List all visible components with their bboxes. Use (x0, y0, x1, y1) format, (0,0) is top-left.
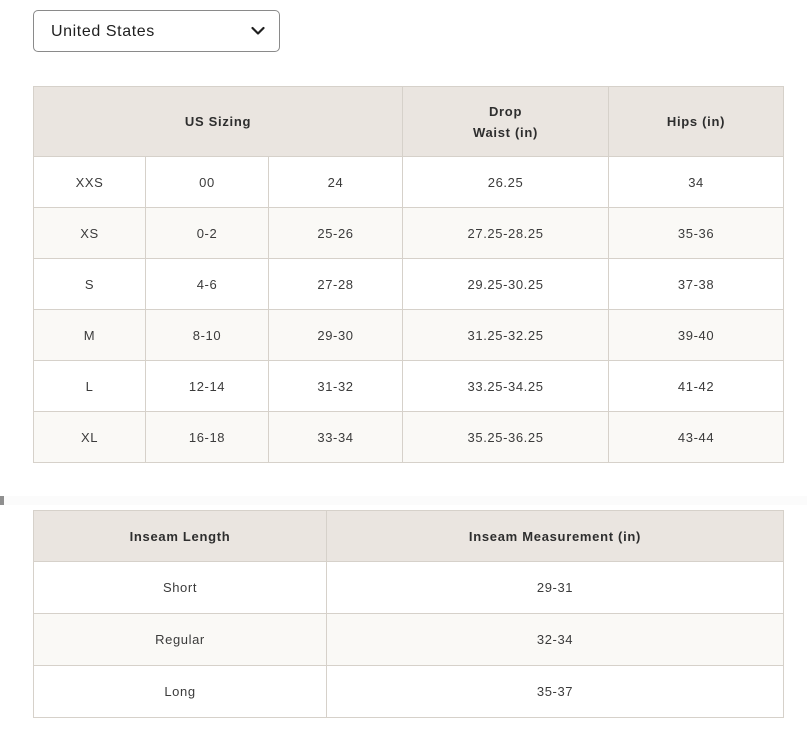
header-drop-waist-line1: Drop (403, 101, 608, 122)
cell-inseam-measurement: 29-31 (327, 562, 784, 614)
cell-us-numeric: 12-14 (146, 361, 269, 412)
cell-size: XL (34, 412, 146, 463)
cell-drop-waist: 33.25-34.25 (403, 361, 609, 412)
cell-size: S (34, 259, 146, 310)
header-drop-waist-line2: Waist (in) (403, 122, 608, 143)
size-guide-page: United States US Sizing Drop Waist (in) … (0, 0, 807, 745)
cell-us-numeric: 00 (146, 157, 269, 208)
cell-hips: 39-40 (609, 310, 784, 361)
cell-hips: 43-44 (609, 412, 784, 463)
table-row-l: L 12-14 31-32 33.25-34.25 41-42 (34, 361, 784, 412)
cell-inseam-measurement: 32-34 (327, 614, 784, 666)
table-row-xs: XS 0-2 25-26 27.25-28.25 35-36 (34, 208, 784, 259)
cell-drop-waist: 26.25 (403, 157, 609, 208)
cell-us-numeric: 8-10 (146, 310, 269, 361)
cell-waist: 25-26 (269, 208, 403, 259)
header-us-sizing: US Sizing (34, 87, 403, 157)
header-drop-waist: Drop Waist (in) (403, 87, 609, 157)
table-row-regular: Regular 32-34 (34, 614, 784, 666)
cell-waist: 33-34 (269, 412, 403, 463)
table-row-xxs: XXS 00 24 26.25 34 (34, 157, 784, 208)
header-hips: Hips (in) (609, 87, 784, 157)
inseam-header-row: Inseam Length Inseam Measurement (in) (34, 511, 784, 562)
country-selector-wrap: United States (33, 10, 280, 52)
inseam-table: Inseam Length Inseam Measurement (in) Sh… (33, 510, 784, 718)
cell-drop-waist: 31.25-32.25 (403, 310, 609, 361)
table-row-short: Short 29-31 (34, 562, 784, 614)
country-selector[interactable]: United States (33, 10, 280, 52)
cell-hips: 37-38 (609, 259, 784, 310)
sizing-header-row: US Sizing Drop Waist (in) Hips (in) (34, 87, 784, 157)
cell-waist: 24 (269, 157, 403, 208)
table-row-m: M 8-10 29-30 31.25-32.25 39-40 (34, 310, 784, 361)
horizontal-scrollbar-thumb[interactable] (0, 496, 4, 505)
cell-inseam-length: Long (34, 666, 327, 718)
cell-waist: 27-28 (269, 259, 403, 310)
cell-inseam-measurement: 35-37 (327, 666, 784, 718)
table-row-long: Long 35-37 (34, 666, 784, 718)
cell-drop-waist: 29.25-30.25 (403, 259, 609, 310)
cell-size: L (34, 361, 146, 412)
table-row-xl: XL 16-18 33-34 35.25-36.25 43-44 (34, 412, 784, 463)
cell-waist: 29-30 (269, 310, 403, 361)
horizontal-scrollbar-track[interactable] (0, 496, 807, 505)
cell-hips: 34 (609, 157, 784, 208)
cell-drop-waist: 27.25-28.25 (403, 208, 609, 259)
cell-us-numeric: 4-6 (146, 259, 269, 310)
us-sizing-table: US Sizing Drop Waist (in) Hips (in) XXS … (33, 86, 784, 463)
cell-hips: 41-42 (609, 361, 784, 412)
cell-hips: 35-36 (609, 208, 784, 259)
header-inseam-length: Inseam Length (34, 511, 327, 562)
cell-inseam-length: Short (34, 562, 327, 614)
cell-us-numeric: 0-2 (146, 208, 269, 259)
cell-us-numeric: 16-18 (146, 412, 269, 463)
cell-waist: 31-32 (269, 361, 403, 412)
cell-drop-waist: 35.25-36.25 (403, 412, 609, 463)
cell-inseam-length: Regular (34, 614, 327, 666)
cell-size: M (34, 310, 146, 361)
cell-size: XS (34, 208, 146, 259)
cell-size: XXS (34, 157, 146, 208)
table-row-s: S 4-6 27-28 29.25-30.25 37-38 (34, 259, 784, 310)
header-inseam-measurement: Inseam Measurement (in) (327, 511, 784, 562)
